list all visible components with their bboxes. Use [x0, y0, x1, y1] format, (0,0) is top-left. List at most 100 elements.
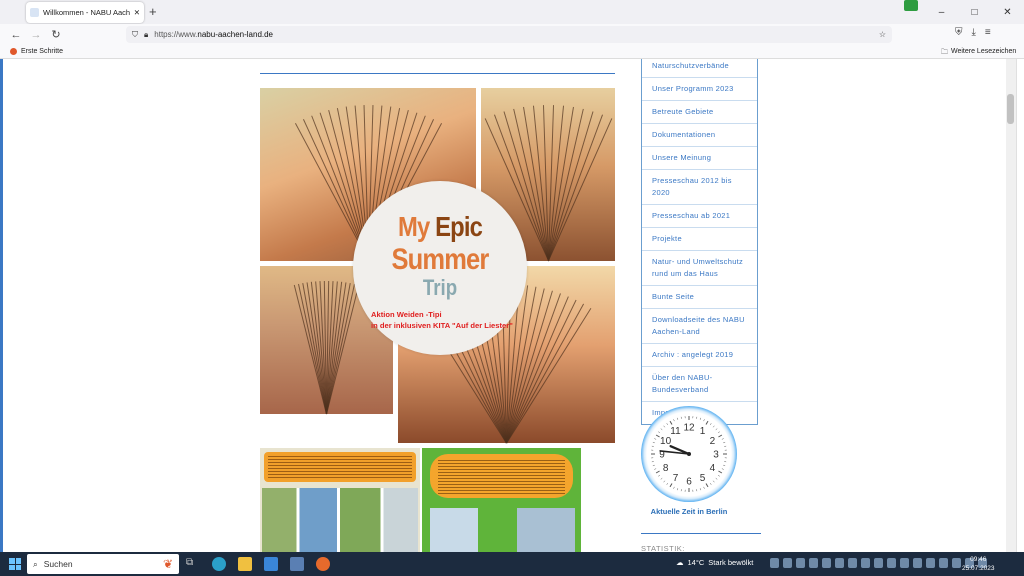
- clock-tick: [669, 483, 673, 488]
- reload-icon[interactable]: ↻: [46, 28, 66, 41]
- clock-numeral: 12: [683, 423, 695, 434]
- cloud-icon: ☁: [676, 558, 684, 567]
- forward-arrow-icon[interactable]: →: [26, 29, 46, 41]
- firefox-taskbar-icon[interactable]: [316, 557, 330, 571]
- poster-photos: [262, 488, 418, 552]
- lock-icon[interactable]: 🔒︎: [144, 30, 148, 40]
- clock-tick: [660, 477, 663, 480]
- new-tab-button[interactable]: +: [149, 4, 157, 19]
- navigation-bar: ← → ↻ ⛉ 🔒︎ https://www.nabu-aachen-land.…: [0, 24, 1024, 45]
- background-window-edge: [1016, 59, 1024, 552]
- clock-tick: [666, 482, 669, 485]
- clock-numeral: 6: [686, 477, 692, 488]
- clock-face: 12 1234567891011: [651, 416, 727, 492]
- sidebar-menu-item[interactable]: Über den NABU-Bundesverband: [642, 366, 757, 401]
- mail-icon[interactable]: [290, 557, 304, 571]
- sidebar-menu-item[interactable]: Downloadseite des NABU Aachen-Land: [642, 308, 757, 343]
- bookmark-folder-weitere[interactable]: 🗀︎ Weitere Lesezeichen: [941, 48, 1016, 59]
- clock-tick: [658, 474, 661, 477]
- page-content: My Epic Summer Trip Aktion Weiden -Tipi …: [0, 59, 1016, 552]
- taskbar-clock[interactable]: 09:46 25.07.2023: [962, 555, 995, 573]
- clock-tick: [705, 483, 709, 488]
- menu-hamburger-icon[interactable]: ≡: [985, 27, 991, 38]
- sidebar-menu-item[interactable]: Naturschutzverbände: [642, 59, 757, 77]
- badge-title-line2: Summer: [391, 243, 490, 276]
- clock-tick: [723, 442, 726, 444]
- close-window-button[interactable]: ✕: [991, 0, 1024, 24]
- clock-numeral: 11: [670, 426, 681, 437]
- system-tray[interactable]: [770, 558, 987, 568]
- address-bar[interactable]: ⛉ 🔒︎ https://www.nabu-aachen-land.de ☆: [126, 26, 892, 43]
- sidebar-menu-item[interactable]: Natur- und Umweltschutz rund um das Haus: [642, 250, 757, 285]
- clock-tick: [666, 423, 669, 426]
- browser-tab[interactable]: Willkommen - NABU Aachen-L ✕: [26, 2, 144, 23]
- poster-text-block: [268, 456, 412, 480]
- clock-tick: [717, 474, 720, 477]
- clock-numeral: 1: [700, 426, 706, 437]
- store-icon[interactable]: [264, 557, 278, 571]
- badge-title-line1: My Epic: [397, 211, 483, 242]
- clock-tick: [721, 468, 724, 470]
- clock-tick: [709, 482, 712, 485]
- url-text[interactable]: https://www.nabu-aachen-land.de: [154, 30, 873, 39]
- clock-tick: [703, 419, 705, 422]
- sidebar-menu-item[interactable]: Presseschau 2012 bis 2020: [642, 169, 757, 204]
- butterfly-icon: ❦: [162, 557, 173, 571]
- close-tab-icon[interactable]: ✕: [134, 8, 140, 17]
- clock-tick: [703, 486, 705, 489]
- badge-caption: Aktion Weiden -Tipi in der inklusiven KI…: [371, 310, 513, 330]
- analog-clock: 12 1 2 3 4 5 6 7 8 9 10 11: [641, 406, 737, 502]
- clock-tick: [654, 438, 657, 440]
- clock-tick: [723, 464, 726, 466]
- clock-tick: [718, 470, 723, 474]
- sidebar-divider: [641, 533, 761, 534]
- shield-icon[interactable]: ⛉: [132, 30, 138, 40]
- pocket-icon[interactable]: ⛨: [955, 27, 963, 38]
- bookmark-star-icon[interactable]: ☆: [879, 30, 886, 39]
- folder-icon: 🗀︎: [941, 49, 948, 56]
- maximize-button[interactable]: □: [958, 0, 991, 24]
- clock-tick: [669, 420, 673, 425]
- sidebar-menu-item[interactable]: Dokumentationen: [642, 123, 757, 146]
- summer-trip-badge: My Epic Summer Trip Aktion Weiden -Tipi …: [353, 181, 527, 355]
- sidebar-menu-item[interactable]: Unser Programm 2023: [642, 77, 757, 100]
- clock-tick: [715, 477, 718, 480]
- bookmark-erste-schritte[interactable]: Erste Schritte: [10, 48, 63, 55]
- sidebar-menu-item[interactable]: Presseschau ab 2021: [642, 204, 757, 227]
- taskbar-search-box[interactable]: ⌕ Suchen ❦: [27, 554, 179, 574]
- clock-tick: [712, 480, 715, 483]
- sidebar-menu-item[interactable]: Archiv : angelegt 2019: [642, 343, 757, 366]
- sidebar-menu-item[interactable]: Bunte Seite: [642, 285, 757, 308]
- edge-icon[interactable]: [212, 557, 226, 571]
- clock-tick: [663, 480, 666, 483]
- clock-tick: [655, 434, 660, 438]
- weather-widget[interactable]: ☁ 14°C Stark bewölkt: [676, 558, 753, 567]
- firefox-icon: [10, 48, 17, 55]
- clock-tick: [658, 431, 661, 434]
- sidebar-menu-item[interactable]: Projekte: [642, 227, 757, 250]
- sidebar-menu-item[interactable]: Betreute Gebiete: [642, 100, 757, 123]
- clock-numeral: 8: [663, 463, 669, 474]
- file-explorer-icon[interactable]: [238, 557, 252, 571]
- windows-taskbar: ⌕ Suchen ❦ ⧉ ☁ 14°C Stark bewölkt 09:46 …: [0, 552, 1024, 576]
- windows-start-icon[interactable]: [9, 558, 21, 570]
- scrollbar[interactable]: [1006, 59, 1016, 552]
- clock-numeral: 2: [710, 436, 716, 447]
- clock-tick: [677, 417, 679, 420]
- poster-photos: [430, 508, 575, 552]
- clock-numeral: 3: [713, 450, 719, 461]
- clock-tick: [699, 488, 701, 491]
- clock-tick: [663, 425, 666, 428]
- minimize-button[interactable]: –: [925, 0, 958, 24]
- scrollbar-thumb[interactable]: [1007, 94, 1014, 124]
- clock-numeral: 4: [710, 463, 716, 474]
- clock-tick: [677, 488, 679, 491]
- clock-tick: [717, 431, 720, 434]
- back-arrow-icon[interactable]: ←: [6, 29, 26, 41]
- download-icon[interactable]: ⤓: [972, 27, 976, 38]
- task-view-icon[interactable]: ⧉: [186, 557, 200, 571]
- bookmarks-bar: Erste Schritte 🗀︎ Weitere Lesezeichen: [0, 45, 1024, 59]
- extension-badge-icon[interactable]: [904, 0, 918, 11]
- sidebar-menu-item[interactable]: Unsere Meinung: [642, 146, 757, 169]
- clock-tick: [721, 438, 724, 440]
